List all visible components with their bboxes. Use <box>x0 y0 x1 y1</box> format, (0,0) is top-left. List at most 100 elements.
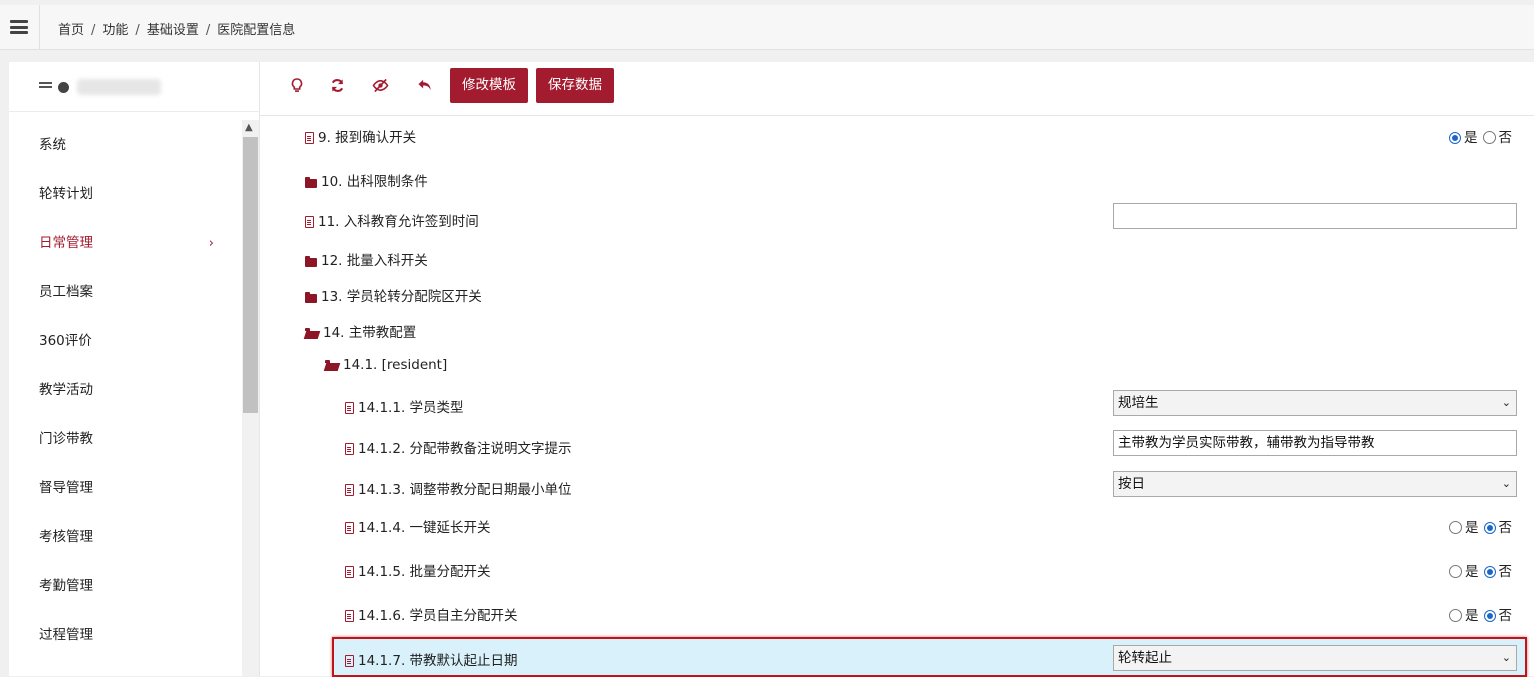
sidebar-item-label: 轮转计划 <box>39 186 93 202</box>
config-row-selected[interactable]: 14.1.7. 带教默认起止日期 轮转起止 ⌄ <box>260 639 1534 675</box>
divider <box>39 5 40 49</box>
file-icon <box>345 484 354 496</box>
sidebar-item-daily-management[interactable]: 日常管理 › <box>9 210 242 259</box>
radio-yes[interactable] <box>1449 132 1461 144</box>
config-row[interactable]: 14.1. [resident] <box>260 348 1534 384</box>
lightbulb-icon[interactable] <box>291 78 303 98</box>
sidebar-item-label: 360评价 <box>39 333 92 349</box>
scroll-thumb[interactable] <box>243 137 258 413</box>
sidebar-item-assessment[interactable]: 考核管理 <box>9 504 242 553</box>
hamburger-menu-icon[interactable] <box>10 20 28 34</box>
config-row: 14.1.3. 调整带教分配日期最小单位 按日 ⌄ <box>260 467 1534 507</box>
config-row[interactable]: 10. 出科限制条件 <box>260 160 1534 196</box>
radio-group: 是否 <box>1444 516 1512 536</box>
sidebar-item-system[interactable]: 系统 <box>9 112 242 161</box>
radio-yes[interactable] <box>1449 521 1462 534</box>
radio-yes-label: 是 <box>1465 564 1479 580</box>
radio-yes[interactable] <box>1449 609 1462 622</box>
radio-no[interactable] <box>1483 522 1496 534</box>
edit-template-button[interactable]: 修改模板 <box>450 68 528 103</box>
sidebar-item-outpatient-teaching[interactable]: 门诊带教 <box>9 406 242 455</box>
config-row-label: 14.1.5. 批量分配开关 <box>345 560 491 580</box>
config-row-label: 14.1.2. 分配带教备注说明文字提示 <box>345 437 572 457</box>
radio-yes-label: 是 <box>1465 608 1479 624</box>
sidebar-scrollbar[interactable]: ▲ <box>242 120 259 676</box>
sidebar-item-label: 考勤管理 <box>39 578 93 594</box>
config-row: 14.1.1. 学员类型 规培生 ⌄ <box>260 384 1534 424</box>
radio-no-label: 否 <box>1498 520 1513 536</box>
radio-no[interactable] <box>1483 610 1496 622</box>
toolbar: 修改模板 保存数据 <box>260 62 1534 116</box>
sidebar-item-process[interactable]: 过程管理 <box>9 602 242 651</box>
config-row-label: 11. 入科教育允许签到时间 <box>305 210 479 230</box>
breadcrumb-basic-settings[interactable]: 基础设置 <box>147 23 199 38</box>
config-row: 14.1.6. 学员自主分配开关 是否 <box>260 596 1534 636</box>
teaching-note-input[interactable]: 主带教为学员实际带教，辅带教为指导带教 <box>1113 430 1517 456</box>
sidebar-item-label: 考核管理 <box>39 529 93 545</box>
config-row-label: 14.1.3. 调整带教分配日期最小单位 <box>345 478 572 498</box>
file-icon <box>305 132 314 144</box>
chevron-down-icon: ⌄ <box>1501 651 1511 664</box>
breadcrumb: 首页 / 功能 / 基础设置 / 医院配置信息 <box>58 23 296 38</box>
radio-yes-label: 是 <box>1465 520 1479 536</box>
breadcrumb-functions[interactable]: 功能 <box>102 23 128 38</box>
file-icon <box>345 402 354 414</box>
file-icon <box>305 216 314 228</box>
config-row-label: 14.1. [resident] <box>325 357 447 373</box>
blurred-user-name <box>77 79 161 95</box>
default-date-range-select[interactable]: 轮转起止 ⌄ <box>1113 645 1517 671</box>
config-row-label: 12. 批量入科开关 <box>305 249 428 269</box>
folder-open-icon <box>325 360 339 371</box>
config-row-label: 14.1.4. 一键延长开关 <box>345 516 491 536</box>
checkin-time-input[interactable] <box>1113 203 1517 229</box>
chevron-down-icon: ⌄ <box>1501 477 1511 490</box>
sidebar-item-rotation-plan[interactable]: 轮转计划 <box>9 161 242 210</box>
status-dot-icon <box>58 82 69 93</box>
sidebar-item-label: 日常管理 <box>39 235 93 251</box>
sidebar-item-label: 督导管理 <box>39 480 93 496</box>
sidebar-item-label: 过程管理 <box>39 627 93 643</box>
sidebar-item-label: 教学活动 <box>39 382 93 398</box>
sidebar-item-staff-files[interactable]: 员工档案 <box>9 259 242 308</box>
scroll-up-icon[interactable]: ▲ <box>245 122 253 133</box>
date-unit-select[interactable]: 按日 ⌄ <box>1113 471 1517 497</box>
refresh-icon[interactable] <box>330 78 345 97</box>
sidebar-item-attendance[interactable]: 考勤管理 <box>9 553 242 602</box>
radio-group: 是否 <box>1444 604 1512 624</box>
breadcrumb-current: 医院配置信息 <box>217 23 296 38</box>
radio-yes[interactable] <box>1449 565 1462 578</box>
config-row-label: 14.1.1. 学员类型 <box>345 396 464 416</box>
sidebar-item-teaching-activities[interactable]: 教学活动 <box>9 357 242 406</box>
file-icon <box>345 443 354 455</box>
student-type-select[interactable]: 规培生 ⌄ <box>1113 390 1517 416</box>
file-icon <box>345 610 354 622</box>
chevron-down-icon: ⌄ <box>1501 396 1511 409</box>
radio-no-label: 否 <box>1498 564 1513 580</box>
eye-slash-icon[interactable] <box>372 78 389 97</box>
list-icon <box>39 82 52 92</box>
config-row-label: 14.1.6. 学员自主分配开关 <box>345 604 518 624</box>
radio-no[interactable] <box>1483 566 1496 578</box>
top-bar: 首页 / 功能 / 基础设置 / 医院配置信息 <box>0 5 1534 50</box>
config-row-label: 14. 主带教配置 <box>305 321 416 341</box>
file-icon <box>345 522 354 534</box>
folder-icon <box>305 177 317 188</box>
save-data-button[interactable]: 保存数据 <box>536 68 614 103</box>
radio-no[interactable] <box>1482 131 1496 144</box>
config-row[interactable]: 13. 学员轮转分配院区开关 <box>260 276 1534 312</box>
sidebar-header <box>9 62 259 112</box>
file-icon <box>345 655 354 667</box>
config-row: 9. 报到确认开关 是否 <box>260 116 1534 154</box>
sidebar-item-label: 门诊带教 <box>39 431 93 447</box>
sidebar-menu: 系统 轮转计划 日常管理 › 员工档案 360评价 教学活动 门诊带教 督导管理 … <box>9 112 242 651</box>
sidebar-item-supervision[interactable]: 督导管理 <box>9 455 242 504</box>
sidebar-item-360-evaluation[interactable]: 360评价 <box>9 308 242 357</box>
config-row-label: 10. 出科限制条件 <box>305 170 428 190</box>
radio-no-label: 否 <box>1498 130 1513 146</box>
config-row[interactable]: 14. 主带教配置 <box>260 312 1534 348</box>
config-row: 14.1.5. 批量分配开关 是 否 <box>260 552 1534 592</box>
config-row[interactable]: 12. 批量入科开关 <box>260 240 1534 276</box>
config-row: 11. 入科教育允许签到时间 <box>260 200 1534 238</box>
undo-icon[interactable] <box>417 78 433 97</box>
breadcrumb-home[interactable]: 首页 <box>58 23 84 38</box>
